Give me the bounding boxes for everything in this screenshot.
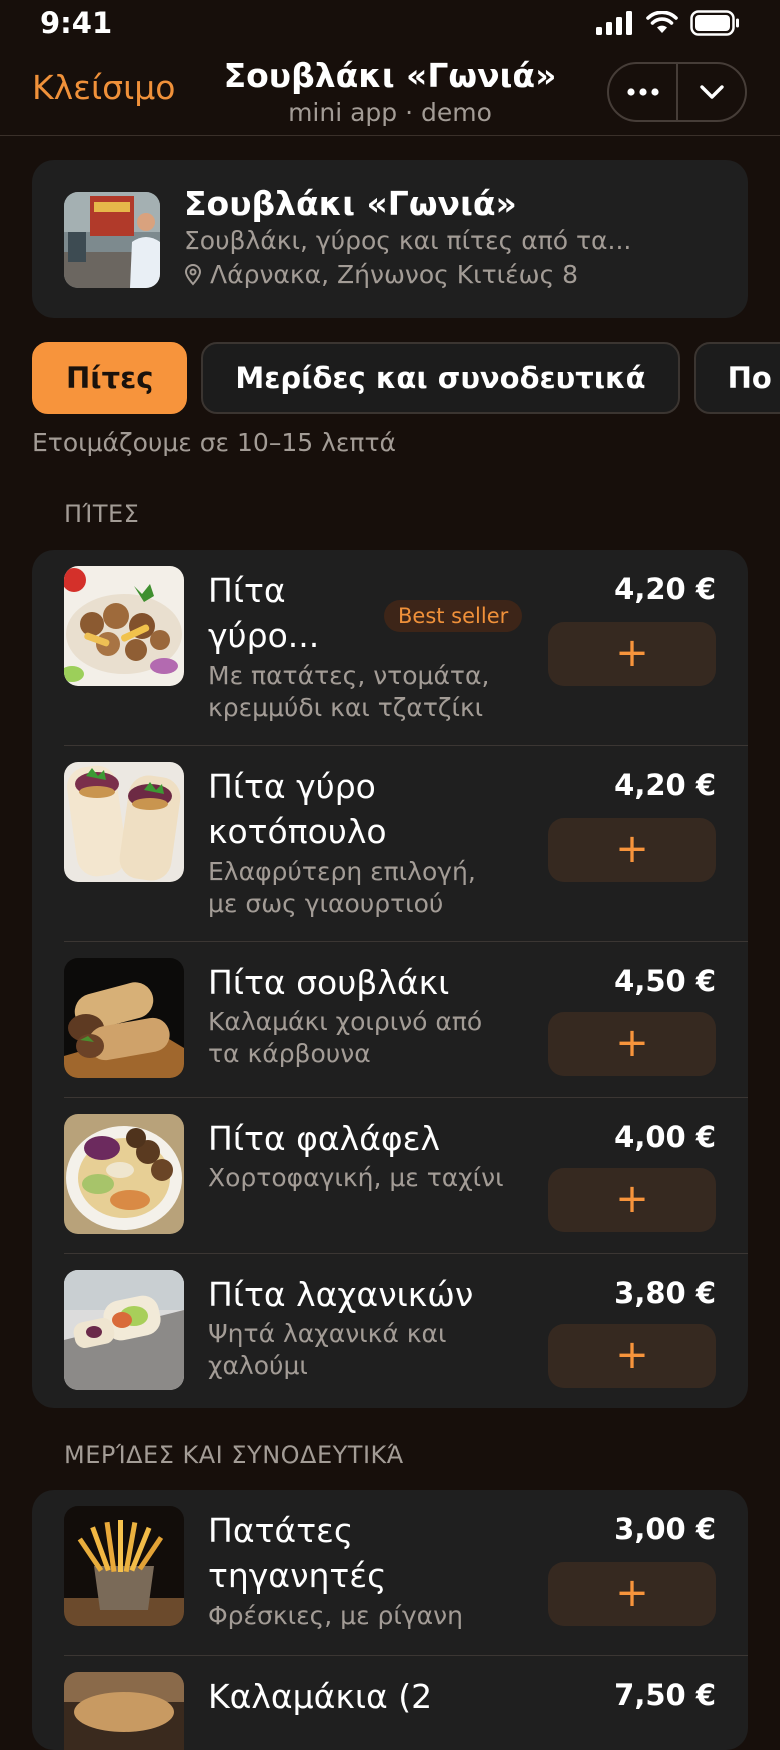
item-description-line2: με σως γιαουρτιού — [208, 889, 444, 918]
chevron-down-icon — [699, 85, 724, 99]
status-bar: 9:41 — [0, 0, 780, 50]
item-description: Καλαμάκι χοιρινό από τα κάρβουνα — [208, 1006, 482, 1070]
restaurant-name: Σουβλάκι «Γωνιά» — [184, 184, 517, 223]
status-time: 9:41 — [40, 6, 113, 40]
tab-pites[interactable]: Πίτες — [32, 342, 188, 414]
item-name: Πίτα σουβλάκι — [208, 960, 449, 1005]
item-photo-chicken-gyros — [64, 762, 184, 882]
restaurant-photo — [64, 192, 160, 288]
item-name-line1: Καλαμάκια (2 — [208, 1677, 433, 1716]
menu-section-pites: Πίτα γύρο... Best seller Με πατάτες, ντο… — [32, 550, 748, 1408]
item-name: Πίτα λαχανικών — [208, 1272, 473, 1317]
header-title-block: Σουβλάκι «Γωνιά» mini app · demo — [190, 54, 590, 128]
add-to-cart-button[interactable]: + — [548, 818, 716, 882]
item-name-line1: Πίτα γύρο — [208, 767, 376, 806]
section-title-merides: ΜΕΡΊΔΕΣ ΚΑΙ ΣΥΝΟΔΕΥΤΙΚΆ — [64, 1441, 404, 1469]
more-dots-icon — [626, 88, 659, 96]
item-description: Με πατάτες, ντομάτα, κρεμμύδι και τζατζί… — [208, 660, 489, 724]
cellular-signal-icon — [596, 11, 632, 35]
item-description: Χορτοφαγική, με ταχίνι — [208, 1162, 504, 1194]
menu-item[interactable]: Πατάτες τηγανητές Φρέσκιες, με ρίγανη 3,… — [32, 1490, 748, 1656]
item-photo-gyros — [64, 566, 184, 686]
add-to-cart-button[interactable]: + — [548, 622, 716, 686]
tab-merides[interactable]: Μερίδες και συνοδευτικά — [201, 342, 680, 414]
item-description-line1: Ψητά λαχανικά και — [208, 1319, 447, 1348]
item-description-line1: Με πατάτες, ντομάτα, — [208, 661, 490, 690]
header-subtitle: mini app · demo — [288, 98, 492, 127]
item-description-line2: κρεμμύδι και τζατζίκι — [208, 693, 484, 722]
item-name: Πατάτες τηγανητές — [208, 1508, 387, 1598]
best-seller-badge: Best seller — [384, 600, 523, 632]
item-description: Ελαφρύτερη επιλογή, με σως γιαουρτιού — [208, 856, 476, 920]
restaurant-description: Σουβλάκι, γύρος και πίτες από τα... — [184, 226, 632, 255]
item-photo-vegetable-pita — [64, 1270, 184, 1390]
item-name-line1: Πατάτες — [208, 1511, 354, 1550]
item-photo-falafel — [64, 1114, 184, 1234]
add-to-cart-button[interactable]: + — [548, 1012, 716, 1076]
restaurant-address: Λάρνακα, Ζήνωνος Κιτιέως 8 — [184, 260, 578, 289]
collapse-button[interactable] — [678, 64, 745, 120]
item-description-line1: Φρέσκιες, με ρίγανη — [208, 1601, 463, 1630]
location-pin-icon — [184, 263, 202, 285]
header-title: Σουβλάκι «Γωνιά» — [223, 56, 557, 95]
mini-app-header: Κλείσιμο Σουβλάκι «Γωνιά» mini app · dem… — [0, 50, 780, 136]
prep-time-note: Ετοιμάζουμε σε 10–15 λεπτά — [32, 428, 396, 457]
item-price: 4,20 € — [614, 768, 716, 802]
battery-icon — [690, 10, 739, 36]
item-price: 4,20 € — [614, 572, 716, 606]
item-description-line1: Ελαφρύτερη επιλογή, — [208, 857, 476, 886]
item-name: Πίτα γύρο κοτόπουλο — [208, 764, 387, 854]
item-name-line2: κοτόπουλο — [208, 812, 387, 851]
item-description-line1: Καλαμάκι χοιρινό από — [208, 1007, 483, 1036]
menu-item[interactable]: Καλαμάκια (2 7,50 € — [32, 1656, 748, 1750]
item-price: 4,00 € — [614, 1120, 716, 1154]
menu-item[interactable]: Πίτα φαλάφελ Χορτοφαγική, με ταχίνι 4,00… — [32, 1098, 748, 1254]
item-name: Πίτα γύρο... — [208, 568, 319, 658]
add-to-cart-button[interactable]: + — [548, 1168, 716, 1232]
add-to-cart-button[interactable]: + — [548, 1324, 716, 1388]
close-button[interactable]: Κλείσιμο — [32, 68, 175, 107]
item-description-line1: Χορτοφαγική, με ταχίνι — [208, 1163, 504, 1192]
item-photo-souvlaki — [64, 958, 184, 1078]
item-name-line2: τηγανητές — [208, 1556, 387, 1595]
item-name-line2: γύρο... — [208, 616, 320, 655]
more-button[interactable] — [609, 64, 676, 120]
tab-more[interactable]: Πο — [693, 342, 780, 414]
item-name: Πίτα φαλάφελ — [208, 1116, 440, 1161]
wifi-icon — [646, 11, 678, 33]
header-actions-pill — [607, 62, 747, 122]
item-photo-kalamakia — [64, 1672, 184, 1750]
item-name-line1: Πίτα σουβλάκι — [208, 963, 450, 1002]
item-price: 4,50 € — [614, 964, 716, 998]
item-price: 7,50 € — [614, 1678, 716, 1712]
menu-item[interactable]: Πίτα γύρο... Best seller Με πατάτες, ντο… — [32, 550, 748, 746]
restaurant-address-text: Λάρνακα, Ζήνωνος Κιτιέως 8 — [210, 260, 579, 289]
item-name-line1: Πίτα — [208, 571, 286, 610]
add-to-cart-button[interactable]: + — [548, 1562, 716, 1626]
item-photo-fries — [64, 1506, 184, 1626]
item-description-line2: τα κάρβουνα — [208, 1039, 371, 1068]
menu-item[interactable]: Πίτα λαχανικών Ψητά λαχανικά και χαλούμι… — [32, 1254, 748, 1408]
item-description-line2: χαλούμι — [208, 1351, 308, 1380]
status-icons — [596, 10, 740, 36]
item-name-line1: Πίτα λαχανικών — [208, 1275, 474, 1314]
menu-item[interactable]: Πίτα γύρο κοτόπουλο Ελαφρύτερη επιλογή, … — [32, 746, 748, 942]
menu-item[interactable]: Πίτα σουβλάκι Καλαμάκι χοιρινό από τα κά… — [32, 942, 748, 1098]
item-description: Φρέσκιες, με ρίγανη — [208, 1600, 463, 1632]
category-tabs: Πίτες Μερίδες και συνοδευτικά Πο — [32, 342, 780, 414]
item-price: 3,00 € — [614, 1512, 716, 1546]
menu-section-merides: Πατάτες τηγανητές Φρέσκιες, με ρίγανη 3,… — [32, 1490, 748, 1750]
section-title-pites: ΠΊΤΕΣ — [64, 500, 140, 528]
item-name: Καλαμάκια (2 — [208, 1674, 432, 1719]
item-description: Ψητά λαχανικά και χαλούμι — [208, 1318, 446, 1382]
item-name-line1: Πίτα φαλάφελ — [208, 1119, 441, 1158]
restaurant-info-card[interactable]: Σουβλάκι «Γωνιά» Σουβλάκι, γύρος και πίτ… — [32, 160, 748, 318]
item-price: 3,80 € — [614, 1276, 716, 1310]
